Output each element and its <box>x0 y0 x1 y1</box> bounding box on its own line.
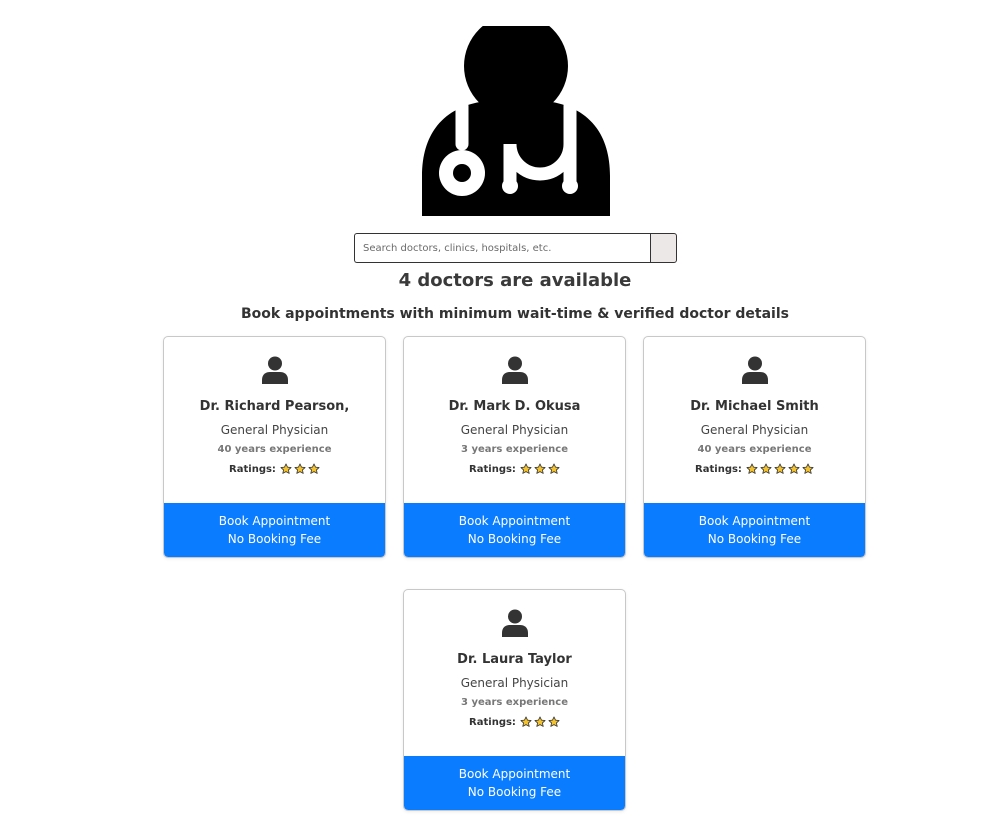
star-icon <box>760 463 772 474</box>
search-button[interactable] <box>650 233 677 263</box>
search-input[interactable] <box>354 233 650 263</box>
doctor-name: Dr. Mark D. Okusa <box>448 399 581 414</box>
star-icon <box>520 716 532 727</box>
doctor-experience: 40 years experience <box>697 444 812 455</box>
book-button-line1: Book Appointment <box>458 767 571 781</box>
ratings-label: Ratings: <box>695 463 742 475</box>
doctor-specialty: General Physician <box>700 423 809 437</box>
ratings-label: Ratings: <box>469 716 516 728</box>
doctor-ratings: Ratings: <box>644 463 865 475</box>
star-icon <box>294 463 306 474</box>
ratings-label: Ratings: <box>469 463 516 475</box>
book-button-line2: No Booking Fee <box>467 532 562 546</box>
book-button-line1: Book Appointment <box>698 514 811 528</box>
star-icon <box>548 463 560 474</box>
doctor-ratings: Ratings: <box>164 463 385 475</box>
doctor-ratings: Ratings: <box>404 463 625 475</box>
doctor-card: Dr. Laura Taylor General Physician 3 yea… <box>403 589 626 811</box>
star-icon <box>788 463 800 474</box>
user-icon <box>502 356 528 384</box>
doctor-name: Dr. Michael Smith <box>690 399 819 414</box>
doctor-ratings: Ratings: <box>404 716 625 728</box>
search-bar <box>354 233 677 263</box>
user-icon <box>502 609 528 637</box>
star-icon <box>308 463 320 474</box>
doctor-specialty: General Physician <box>460 676 569 690</box>
book-button-line2: No Booking Fee <box>227 532 322 546</box>
doctor-experience: 3 years experience <box>461 697 568 708</box>
book-appointment-button[interactable]: Book Appointment No Booking Fee <box>644 503 865 557</box>
doctor-specialty: General Physician <box>220 423 329 437</box>
star-icon <box>802 463 814 474</box>
ratings-label: Ratings: <box>229 463 276 475</box>
doctor-card: Dr. Michael Smith General Physician 40 y… <box>643 336 866 558</box>
doctor-card: Dr. Richard Pearson, General Physician 4… <box>163 336 386 558</box>
doctor-name: Dr. Richard Pearson, <box>199 399 350 414</box>
star-icon <box>774 463 786 474</box>
doctor-count-heading: 4 doctors are available <box>398 270 632 291</box>
book-button-line2: No Booking Fee <box>707 532 802 546</box>
book-appointment-button[interactable]: Book Appointment No Booking Fee <box>404 503 625 557</box>
star-icon <box>746 463 758 474</box>
page-subtitle: Book appointments with minimum wait-time… <box>241 306 789 322</box>
star-icon <box>534 716 546 727</box>
user-icon <box>742 356 768 384</box>
book-appointment-button[interactable]: Book Appointment No Booking Fee <box>404 756 625 810</box>
doctor-name: Dr. Laura Taylor <box>457 652 572 667</box>
star-icon <box>534 463 546 474</box>
doctor-specialty: General Physician <box>460 423 569 437</box>
doctor-card: Dr. Mark D. Okusa General Physician 3 ye… <box>403 336 626 558</box>
book-appointment-button[interactable]: Book Appointment No Booking Fee <box>164 503 385 557</box>
star-icon <box>280 463 292 474</box>
doctor-stethoscope-icon <box>422 26 610 216</box>
user-icon <box>262 356 288 384</box>
book-button-line2: No Booking Fee <box>467 785 562 799</box>
star-icon <box>520 463 532 474</box>
book-button-line1: Book Appointment <box>458 514 571 528</box>
doctor-experience: 3 years experience <box>461 444 568 455</box>
star-icon <box>548 716 560 727</box>
doctor-experience: 40 years experience <box>217 444 332 455</box>
book-button-line1: Book Appointment <box>218 514 331 528</box>
